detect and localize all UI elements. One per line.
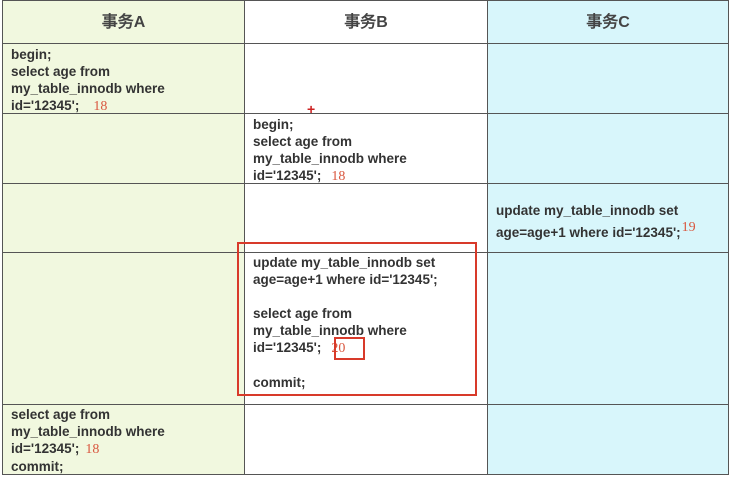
sql-line: my_table_innodb where	[11, 424, 165, 439]
header-transaction-a: 事务A	[2, 0, 245, 44]
sql-line: age=age+1 where id='12345';	[496, 225, 681, 240]
sql-line: id='12345';	[253, 168, 322, 183]
cell-c-row3: update my_table_innodb set age=age+1 whe…	[487, 183, 729, 253]
result-value: 18	[93, 99, 108, 114]
result-value: 18	[85, 442, 100, 457]
sql-line: select age from	[11, 407, 111, 422]
cell-a-row1: begin; select age from my_table_innodb w…	[2, 43, 245, 114]
highlight-box	[237, 242, 477, 396]
cell-a-row5: select age from my_table_innodb where id…	[2, 404, 245, 475]
cell-b-row2: begin; select age from my_table_innodb w…	[244, 113, 488, 184]
header-transaction-c: 事务C	[487, 0, 729, 44]
cell-c-row4	[487, 252, 729, 405]
sql-line: commit;	[11, 459, 64, 474]
value-highlight-box	[334, 337, 365, 360]
sql-line: begin;	[11, 47, 52, 62]
cell-c-row5	[487, 404, 729, 475]
sql-line: select age from	[253, 134, 353, 149]
header-transaction-b: 事务B	[244, 0, 488, 44]
sql-line: id='12345';	[11, 441, 80, 456]
sql-line: select age from	[11, 64, 111, 79]
sql-line: my_table_innodb where	[11, 81, 165, 96]
sql-line: begin;	[253, 117, 294, 132]
cursor-crosshair-icon: +	[307, 101, 316, 117]
sql-line: id='12345';	[11, 98, 80, 113]
cell-c-row2	[487, 113, 729, 184]
cell-a-row2	[2, 113, 245, 184]
result-value: 18	[331, 169, 346, 184]
cell-b-row1	[244, 43, 488, 114]
cell-a-row4	[2, 252, 245, 405]
cell-a-row3	[2, 183, 245, 253]
cell-b-row5	[244, 404, 488, 475]
sql-line: my_table_innodb where	[253, 151, 407, 166]
cell-c-row1	[487, 43, 729, 114]
result-value: 19	[681, 220, 696, 235]
sql-line: update my_table_innodb set	[496, 203, 679, 218]
